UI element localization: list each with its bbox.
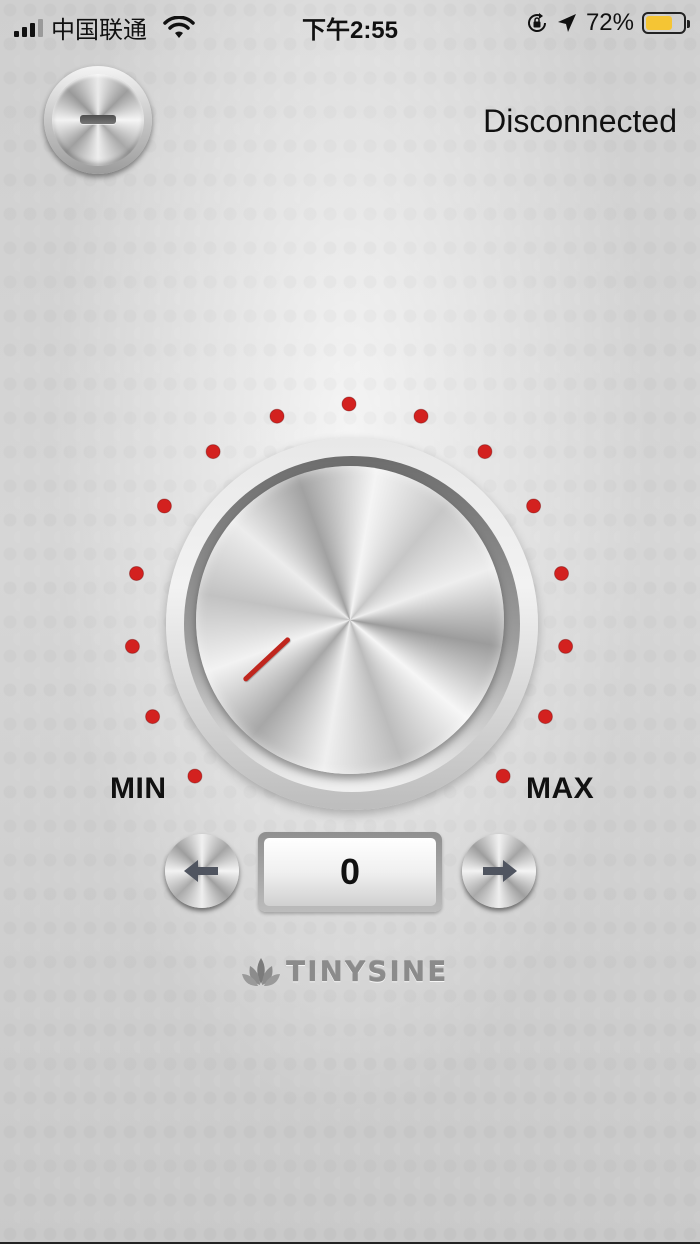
- brand-name: TINYSINE: [286, 954, 449, 988]
- min-label: MIN: [110, 772, 167, 805]
- knob-face[interactable]: [196, 466, 504, 774]
- dial-tick-dot: [495, 768, 511, 784]
- dial-tick-dot: [156, 498, 172, 514]
- knob-ring: [184, 456, 520, 792]
- dial-tick-dot: [558, 638, 574, 654]
- dial-tick-dot: [145, 709, 161, 725]
- dial-tick-dot: [413, 408, 429, 424]
- volume-knob[interactable]: [166, 438, 538, 810]
- decrement-button[interactable]: [165, 834, 239, 908]
- dial-tick-dot: [477, 444, 493, 460]
- dial-tick-dot: [187, 768, 203, 784]
- dial-tick-dot: [124, 638, 140, 654]
- dial-tick-dot: [269, 408, 285, 424]
- dial-tick-dot: [554, 566, 569, 581]
- arrow-right-icon: [483, 860, 517, 882]
- dial-tick-dot: [129, 566, 144, 581]
- max-label: MAX: [526, 772, 595, 805]
- knob-indicator: [242, 636, 292, 683]
- brand-logo: TINYSINE: [240, 954, 448, 988]
- dial-tick-dot: [537, 709, 553, 725]
- increment-button[interactable]: [462, 834, 536, 908]
- dial-tick-dot: [341, 396, 357, 412]
- value-text: 0: [264, 838, 436, 906]
- value-display: 0: [258, 832, 442, 912]
- lotus-icon: [242, 958, 280, 986]
- arrow-left-icon: [184, 860, 218, 882]
- dial-tick-dot: [205, 444, 221, 460]
- dial-tick-dot: [526, 498, 542, 514]
